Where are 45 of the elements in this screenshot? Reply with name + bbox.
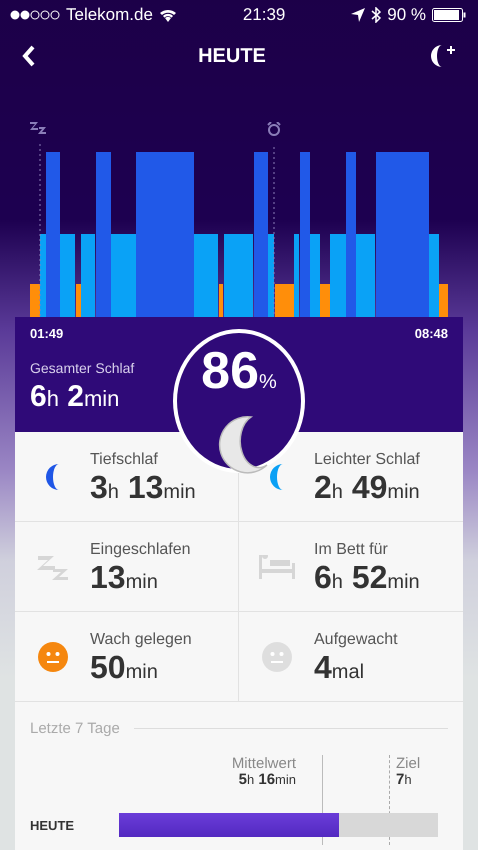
duration-value: 2h 49min [314, 470, 420, 502]
stat-label: Wach gelegen [90, 630, 192, 648]
alarm-clock-icon [267, 122, 281, 136]
bed-icon [258, 554, 294, 578]
duration-value: 4mal [314, 650, 366, 682]
back-chevron-icon [22, 45, 36, 68]
back-button[interactable] [22, 45, 36, 68]
stat-label: Eingeschlafen [90, 540, 191, 558]
stat-label: Leichter Schlaf [314, 450, 420, 468]
awake-bar [219, 284, 223, 317]
duration-value: 6h 52min [314, 560, 420, 592]
location-arrow-icon [351, 8, 366, 22]
sleep-score: 86% [201, 345, 277, 397]
sleep-start-time: 01:49 [30, 326, 64, 341]
duration-value: 6h 2min [30, 380, 120, 413]
wifi-icon [158, 8, 177, 22]
awake-bar [275, 284, 294, 317]
stat-label: Tiefschlaf [90, 450, 159, 468]
neutral-face-icon [262, 642, 292, 672]
duration-value: 50min [90, 650, 159, 682]
duration-value: 3h 13min [90, 470, 196, 502]
zz-icon [30, 122, 46, 134]
duration-value: 7h [396, 772, 412, 787]
awake-bar [30, 284, 40, 317]
awake-bar [439, 284, 448, 317]
section-title: Letzte 7 Tage [30, 720, 120, 737]
average-label: Mittelwert [232, 755, 296, 772]
total-sleep-label: Gesamter Schlaf [30, 360, 136, 376]
page-title: HEUTE [198, 44, 266, 68]
bluetooth-icon [371, 7, 382, 24]
battery-icon [432, 8, 466, 22]
battery-percent: 90 % [387, 5, 426, 26]
goal-label: Ziel [396, 755, 420, 772]
neutral-face-icon [38, 642, 68, 672]
clock-time: 21:39 [242, 5, 286, 26]
signal-icon [10, 10, 60, 20]
stat-label: Aufgewacht [314, 630, 398, 648]
awake-bar [76, 284, 81, 317]
duration-value: 5h 16min [238, 772, 296, 787]
stat-label: Im Bett für [314, 540, 389, 558]
day-label: HEUTE [30, 818, 76, 832]
duration-value: 13min [90, 560, 159, 592]
wake-time: 08:48 [414, 326, 448, 341]
carrier-name: Telekom.de [66, 5, 153, 26]
awake-bar [320, 284, 330, 317]
